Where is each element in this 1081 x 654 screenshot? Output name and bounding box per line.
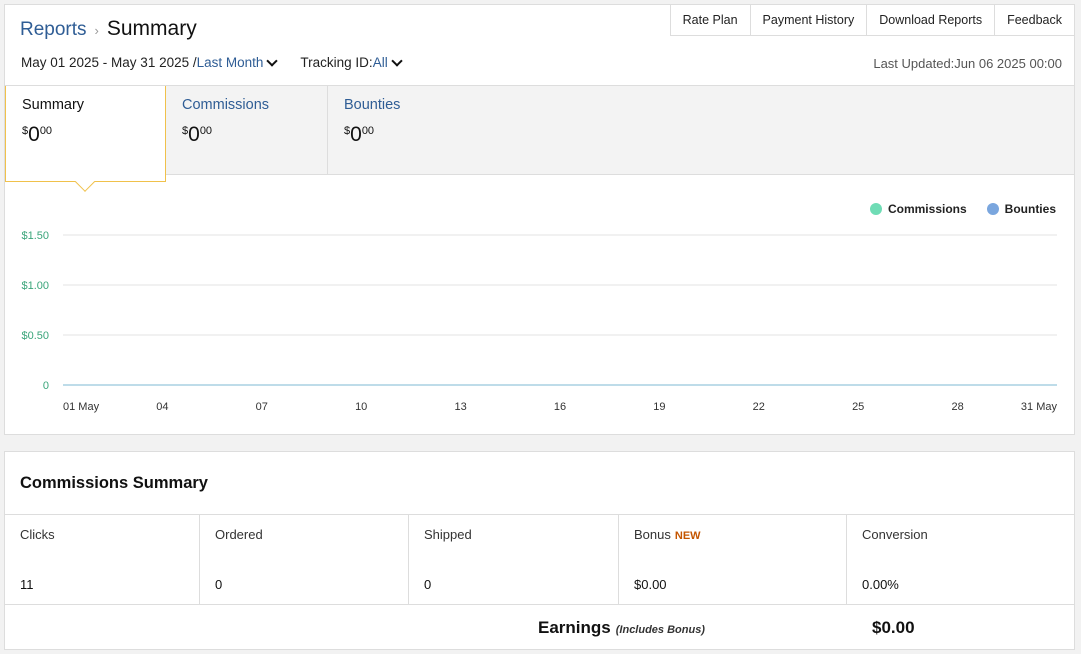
amount-cents: 00 bbox=[361, 125, 375, 137]
legend-item-bounties[interactable]: Bounties bbox=[986, 202, 1056, 216]
x-tick-label: 16 bbox=[554, 401, 566, 413]
bonus-header: Bonus NEW bbox=[634, 527, 846, 542]
bonus-header-label: Bonus bbox=[634, 527, 671, 542]
clicks-value: 11 bbox=[20, 577, 34, 592]
earnings-tabs: Summary $0 00 Commissions $0 00 Bounties $… bbox=[5, 85, 1074, 192]
shipped-value: 0 bbox=[424, 577, 432, 592]
y-tick-label: 0 bbox=[43, 380, 49, 392]
tab-summary-label: Summary bbox=[22, 97, 85, 113]
legend-label: Commissions bbox=[887, 202, 967, 216]
tab-summary-amount: $0 00 bbox=[22, 123, 165, 147]
date-range-text: May 01 2025 - May 31 2025 / bbox=[21, 55, 197, 70]
clicks-cell: Clicks 11 bbox=[5, 515, 200, 604]
chevron-down-icon bbox=[266, 54, 279, 67]
breadcrumb-separator-icon: › bbox=[94, 23, 99, 38]
x-tick-label: 04 bbox=[156, 401, 168, 413]
chevron-down-icon bbox=[391, 54, 403, 67]
bounties-dot-icon bbox=[986, 203, 999, 215]
tab-summary[interactable]: Summary $0 00 bbox=[5, 86, 166, 192]
earnings-note: (Includes Bonus) bbox=[615, 624, 705, 636]
period-value: Last Month bbox=[196, 55, 264, 70]
tab-bounties-label: Bounties bbox=[344, 97, 401, 113]
conversion-header: Conversion bbox=[862, 527, 928, 542]
tracking-id-dropdown[interactable]: Tracking ID: All bbox=[300, 54, 406, 70]
x-tick-label: 19 bbox=[653, 401, 665, 413]
y-tick-label: $1.00 bbox=[21, 280, 49, 292]
rate-plan-button[interactable]: Rate Plan bbox=[669, 4, 751, 36]
x-tick-label: 31 May bbox=[1021, 401, 1058, 413]
amount-cents: 00 bbox=[39, 125, 53, 137]
x-tick-label: 25 bbox=[852, 401, 864, 413]
clicks-header: Clicks bbox=[20, 527, 55, 542]
last-updated-text: Last Updated:Jun 06 2025 00:00 bbox=[873, 56, 1062, 71]
earnings-chart-svg: $1.50 $1.00 $0.50 0 01 May 04 07 10 13 16 19 22 25 28… bbox=[21, 230, 1058, 413]
tab-commissions[interactable]: Commissions $0 00 bbox=[166, 86, 328, 175]
y-tick-label: $1.50 bbox=[21, 230, 49, 242]
earnings-label: Earnings bbox=[538, 618, 611, 637]
chart-legend: Commissions Bounties bbox=[850, 202, 1056, 216]
legend-item-commissions[interactable]: Commissions bbox=[869, 202, 967, 216]
tracking-id-value: All bbox=[372, 55, 388, 70]
commissions-dot-icon bbox=[869, 203, 882, 215]
x-tick-label: 22 bbox=[753, 401, 765, 413]
bonus-cell: Bonus NEW $0.00 bbox=[619, 515, 847, 604]
amount-cents: 00 bbox=[199, 125, 213, 137]
tab-bounties-amount: $0 00 bbox=[344, 123, 528, 147]
earnings-value: $0.00 bbox=[872, 618, 915, 637]
earnings-overview-card: Reports › Summary Rate Plan Payment Hist… bbox=[4, 4, 1075, 435]
x-tick-label: 13 bbox=[454, 401, 466, 413]
breadcrumb-reports-link[interactable]: Reports bbox=[20, 19, 87, 41]
payment-history-button[interactable]: Payment History bbox=[750, 4, 868, 36]
tracking-id-label: Tracking ID: bbox=[300, 55, 373, 70]
legend-label: Bounties bbox=[1004, 202, 1056, 216]
shipped-header: Shipped bbox=[424, 527, 472, 542]
x-tick-label: 01 May bbox=[63, 401, 100, 413]
conversion-cell: Conversion 0.00% bbox=[847, 515, 1074, 604]
x-tick-label: 10 bbox=[355, 401, 367, 413]
conversion-value: 0.00% bbox=[862, 577, 899, 592]
period-dropdown[interactable]: Last Month bbox=[196, 54, 283, 70]
x-tick-label: 28 bbox=[951, 401, 963, 413]
commissions-summary-table: Clicks 11 Ordered 0 Shipped 0 Bonus NEW $… bbox=[5, 514, 1074, 605]
tab-commissions-label: Commissions bbox=[182, 97, 270, 113]
amount-whole: 0 bbox=[350, 123, 362, 146]
amount-whole: 0 bbox=[28, 123, 40, 146]
ordered-header: Ordered bbox=[215, 527, 263, 542]
amount-whole: 0 bbox=[188, 123, 200, 146]
tab-commissions-amount: $0 00 bbox=[182, 123, 327, 147]
shipped-cell: Shipped 0 bbox=[409, 515, 619, 604]
commissions-summary-title: Commissions Summary bbox=[20, 474, 208, 492]
breadcrumb: Reports › Summary bbox=[20, 17, 197, 41]
tab-bounties[interactable]: Bounties $0 00 bbox=[328, 86, 528, 175]
commissions-summary-card: Commissions Summary Clicks 11 Ordered 0 … bbox=[4, 451, 1075, 650]
feedback-button[interactable]: Feedback bbox=[995, 4, 1075, 36]
page-title: Summary bbox=[106, 17, 197, 40]
x-tick-label: 07 bbox=[256, 401, 268, 413]
earnings-label-group: Earnings (Includes Bonus) bbox=[538, 618, 705, 638]
ordered-cell: Ordered 0 bbox=[200, 515, 409, 604]
active-tab-caret bbox=[75, 172, 95, 192]
y-tick-label: $0.50 bbox=[21, 330, 49, 342]
earnings-chart: $1.50 $1.00 $0.50 0 01 May 04 07 10 13 16 19 22 25 28… bbox=[5, 220, 1074, 420]
top-nav: Rate Plan Payment History Download Repor… bbox=[669, 4, 1075, 36]
filter-row: May 01 2025 - May 31 2025 / Last Month T… bbox=[21, 54, 407, 70]
new-badge: NEW bbox=[674, 530, 701, 542]
download-reports-button[interactable]: Download Reports bbox=[867, 4, 996, 36]
ordered-value: 0 bbox=[215, 577, 223, 592]
bonus-value: $0.00 bbox=[634, 577, 667, 592]
